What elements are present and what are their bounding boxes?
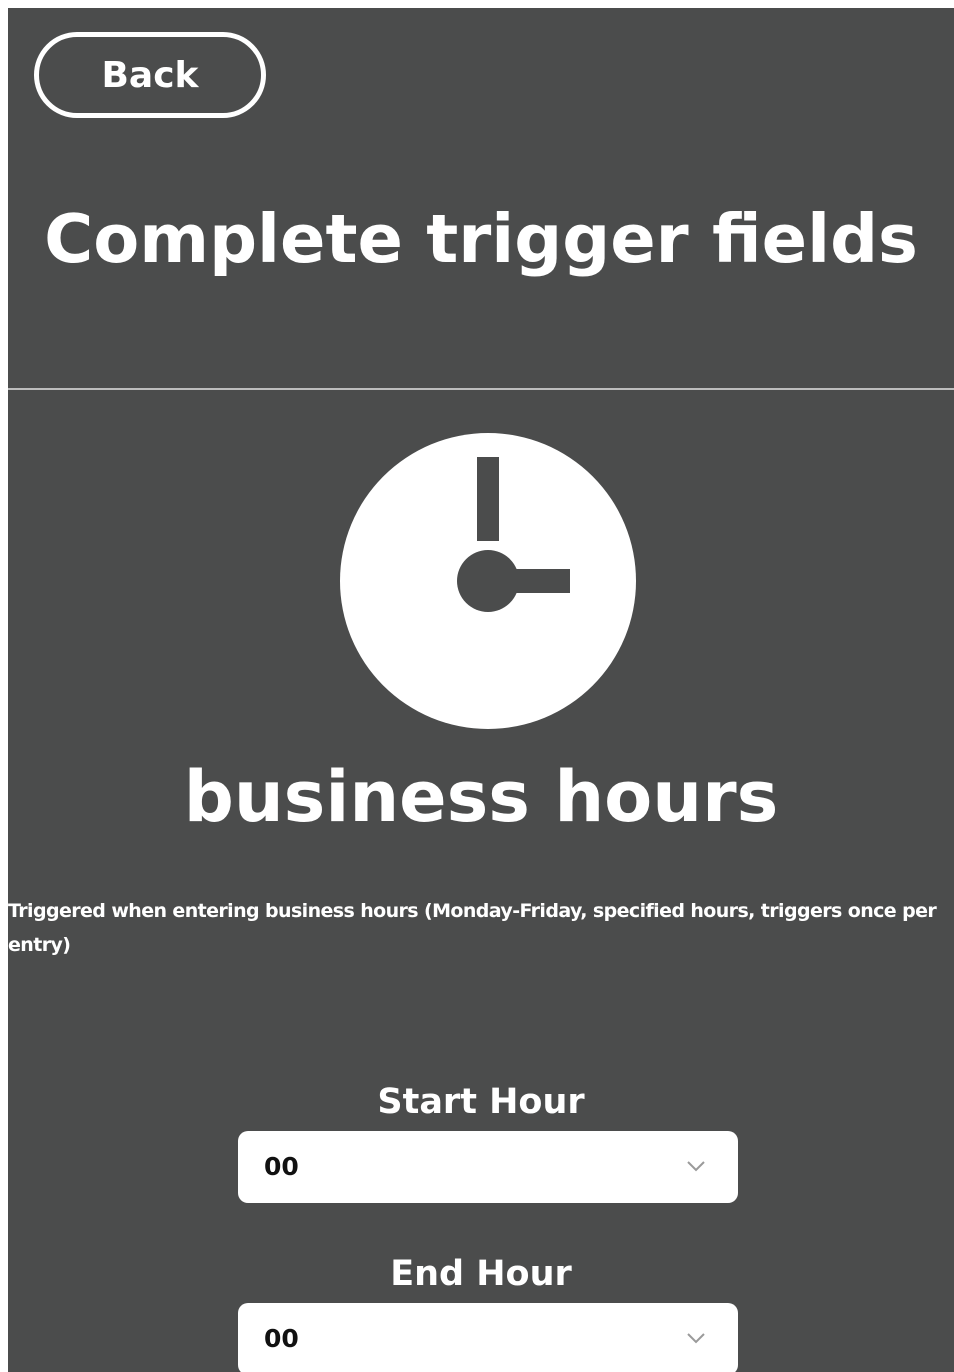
page-title: Complete trigger fields xyxy=(44,200,918,278)
trigger-name: business hours xyxy=(183,756,779,838)
start-hour-label: Start Hour xyxy=(377,1082,585,1122)
back-button[interactable]: Back xyxy=(34,32,266,118)
end-hour-value: 00 xyxy=(264,1324,299,1353)
back-button-label: Back xyxy=(101,54,199,96)
header-divider xyxy=(8,388,954,390)
start-hour-value: 00 xyxy=(264,1152,299,1181)
start-hour-select[interactable]: 00 xyxy=(238,1131,738,1203)
trigger-fields-page: Back Complete trigger fields business ho… xyxy=(8,8,954,1372)
end-hour-label: End Hour xyxy=(390,1254,572,1294)
end-hour-select[interactable]: 00 xyxy=(238,1303,738,1372)
chevron-down-icon xyxy=(687,1333,705,1344)
clock-icon xyxy=(340,433,636,729)
trigger-description: Triggered when entering business hours (… xyxy=(8,900,937,956)
chevron-down-icon xyxy=(687,1161,705,1172)
